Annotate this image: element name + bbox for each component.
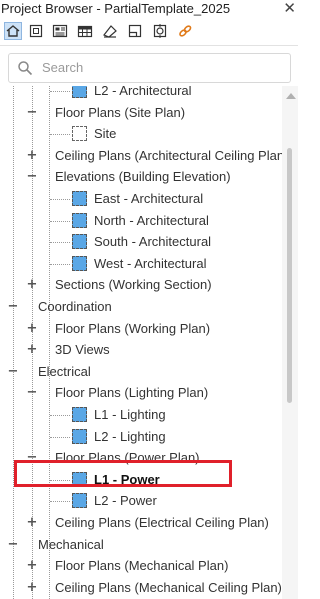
tree-item-label: Floor Plans (Lighting Plan)	[55, 385, 209, 401]
expand-icon[interactable]: +	[26, 342, 38, 358]
view-icon	[72, 86, 87, 98]
tree-item-label: L2 - Lighting	[94, 428, 166, 444]
tree-item-label: Floor Plans (Working Plan)	[55, 320, 211, 336]
tree-connector	[50, 134, 70, 136]
tree-item-label: North - Architectural	[94, 212, 209, 228]
sheet-list-icon[interactable]	[52, 23, 68, 39]
home-icon[interactable]	[4, 22, 22, 40]
tree-connector	[50, 263, 70, 265]
tree-item[interactable]: L2 - Architectural	[0, 86, 282, 102]
project-tree: L2 - Architectural − Floor Plans (Site Pla…	[0, 86, 282, 599]
tree-item[interactable]: North - Architectural	[0, 210, 282, 232]
window-title: Project Browser - PartialTemplate_2025	[1, 1, 231, 16]
tree-item[interactable]: − Electrical	[0, 361, 282, 383]
tree-item[interactable]: +3D Views	[0, 339, 282, 361]
link-icon[interactable]	[177, 23, 193, 39]
tree-item-label: 3D Views	[55, 342, 110, 358]
tree-item[interactable]: + Sections (Working Section)	[0, 274, 282, 296]
tree-item[interactable]: Site	[0, 123, 282, 145]
expand-icon[interactable]: +	[26, 558, 38, 574]
collapse-icon[interactable]: −	[7, 364, 19, 380]
tree-item[interactable]: + Ceiling Plans (Electrical Ceiling Plan)	[0, 512, 282, 534]
tree-connector	[50, 199, 70, 200]
tree-item-label: L2 - Architectural	[94, 86, 192, 98]
tree-item-label: L1 - Lighting	[94, 407, 166, 422]
tree-item-label: West - Architectural	[94, 255, 207, 271]
view-icon	[72, 191, 87, 206]
expand-icon[interactable]: +	[26, 515, 38, 531]
zoom-fit-icon[interactable]	[28, 23, 44, 39]
expand-icon[interactable]: +	[26, 277, 38, 293]
tree-item[interactable]: + Ceiling Plans (Architectural Ceiling Pl…	[0, 145, 282, 167]
tree-item[interactable]: L1 - Lighting	[0, 404, 282, 426]
tree-connector	[50, 242, 70, 244]
tree-item-label: East - Architectural	[94, 191, 204, 206]
scroll-up-icon[interactable]	[286, 93, 296, 99]
view-icon	[72, 255, 87, 271]
tree-connector	[50, 415, 70, 416]
view-icon	[72, 493, 87, 509]
view-icon	[72, 212, 87, 228]
tree-item[interactable]: East - Architectural	[0, 188, 282, 210]
site-plan-icon	[72, 126, 87, 142]
tree-item-label: Site	[94, 126, 117, 142]
title-bar: Project Browser - PartialTemplate_2025 ✕	[0, 0, 298, 18]
tree-item-label: L2 - Power	[94, 493, 157, 509]
tree-item-label: South - Architectural	[94, 234, 212, 250]
schedule-icon[interactable]	[77, 23, 93, 39]
tree-item[interactable]: L2 - Power	[0, 490, 282, 512]
tree-item-label: Ceiling Plans (Architectural Ceiling Pla…	[55, 147, 282, 163]
expand-icon[interactable]: +	[26, 148, 38, 164]
scrollbar-thumb[interactable]	[287, 148, 292, 403]
collapse-icon[interactable]: −	[26, 105, 38, 121]
view-icon	[72, 407, 87, 422]
tree-item-label: Sections (Working Section)	[55, 277, 212, 293]
tree-connector	[50, 501, 70, 503]
expand-icon[interactable]: +	[26, 321, 38, 337]
filter-icon[interactable]	[152, 23, 168, 39]
tree-item[interactable]: − Elevations (Building Elevation)	[0, 166, 282, 188]
search-input[interactable]	[42, 60, 272, 75]
expand-icon[interactable]: +	[26, 580, 38, 596]
tree-item-label: Ceiling Plans (Electrical Ceiling Plan)	[55, 515, 269, 530]
toolbar	[0, 19, 298, 46]
tree-item-label: Coordination	[38, 299, 112, 314]
close-icon[interactable]: ✕	[283, 0, 296, 16]
collapse-icon[interactable]: −	[26, 169, 38, 185]
tree-item-label: Floor Plans (Mechanical Plan)	[55, 558, 229, 574]
collapse-icon[interactable]: −	[7, 537, 19, 553]
tree-item-label: Mechanical	[38, 536, 104, 552]
search-box[interactable]	[8, 53, 291, 83]
tree-item-label: Floor Plans (Site Plan)	[55, 104, 186, 120]
tree-item[interactable]: − Floor Plans (Site Plan)	[0, 102, 282, 124]
tree-item[interactable]: South - Architectural	[0, 231, 282, 253]
tree-connector	[50, 91, 70, 92]
tree-item-label: Elevations (Building Elevation)	[55, 169, 231, 185]
tree-connector	[50, 220, 70, 222]
collapse-icon[interactable]: −	[26, 385, 38, 401]
tree-item[interactable]: − Floor Plans (Lighting Plan)	[0, 382, 282, 404]
tree-item[interactable]: − Mechanical	[0, 534, 282, 556]
tree-item[interactable]: + Floor Plans (Mechanical Plan)	[0, 555, 282, 577]
view-icon	[72, 428, 87, 444]
tree-item[interactable]: West - Architectural	[0, 253, 282, 275]
legend-icon[interactable]	[102, 23, 118, 39]
view-template-icon[interactable]	[127, 23, 143, 39]
tree-item-label: Ceiling Plans (Mechanical Ceiling Plan)	[55, 579, 282, 595]
tree-item[interactable]: + Floor Plans (Working Plan)	[0, 318, 282, 340]
collapse-icon[interactable]: −	[7, 299, 19, 315]
tree-item[interactable]: − Coordination	[0, 296, 282, 318]
vertical-scrollbar[interactable]	[282, 86, 298, 599]
view-icon	[72, 234, 87, 250]
search-icon	[17, 60, 33, 81]
tree-item-label: Electrical	[38, 363, 91, 379]
tree-item[interactable]: L2 - Lighting	[0, 426, 282, 448]
selection-highlight	[14, 460, 232, 487]
tree-item[interactable]: + Ceiling Plans (Mechanical Ceiling Plan)	[0, 577, 282, 599]
tree-connector	[50, 436, 70, 438]
